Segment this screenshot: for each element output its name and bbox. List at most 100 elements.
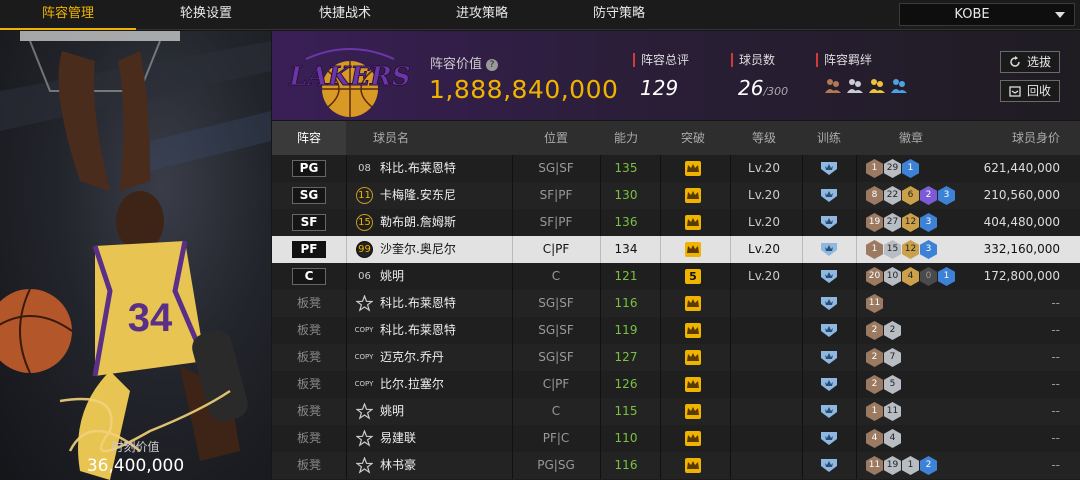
crown-icon[interactable] <box>685 323 701 338</box>
badge-list[interactable]: 22 <box>866 321 901 340</box>
tab-lineup[interactable]: 阵容管理 <box>0 0 136 30</box>
col-position[interactable]: 位置 <box>512 121 600 155</box>
training-icon[interactable] <box>819 323 839 342</box>
column-divider <box>856 263 857 290</box>
user-dropdown[interactable]: KOBE <box>899 3 1075 26</box>
help-icon[interactable]: ? <box>486 59 499 71</box>
col-breakthrough[interactable]: 突破 <box>660 121 726 155</box>
player-name[interactable]: 易建联 <box>380 425 416 452</box>
training-icon[interactable] <box>819 296 839 315</box>
column-divider <box>802 398 803 425</box>
column-divider <box>856 290 857 317</box>
training-icon[interactable] <box>819 161 839 180</box>
col-name[interactable]: 球员名 <box>346 121 436 155</box>
player-name[interactable]: 勒布朗.詹姆斯 <box>380 209 456 236</box>
lineup-slot[interactable]: PG <box>292 160 326 177</box>
table-row[interactable]: C 06 姚明 C 121 5 Lv.20 20 10 4 0 1 172,800,000 <box>272 263 1080 290</box>
lineup-slot[interactable]: C <box>292 268 326 285</box>
table-row[interactable]: 板凳 易建联 PF|C 110 4 4 -- <box>272 425 1080 452</box>
table-row[interactable]: SG 11 卡梅隆.安东尼 SF|PF 130 Lv.20 8 22 6 2 3 210,560,00… <box>272 182 1080 209</box>
player-name[interactable]: 林书豪 <box>380 452 416 479</box>
badge-list[interactable]: 27 <box>866 348 901 367</box>
bench-slot: 板凳 <box>296 431 321 445</box>
badge-icon: 2 <box>884 321 901 340</box>
column-divider <box>802 425 803 452</box>
tab-offense[interactable]: 进攻策略 <box>414 0 550 30</box>
badge-list[interactable]: 1 29 1 <box>866 159 919 178</box>
col-ability[interactable]: 能力 <box>600 121 652 155</box>
crown-icon[interactable] <box>685 296 701 311</box>
player-name[interactable]: 科比.布莱恩特 <box>380 290 456 317</box>
table-row[interactable]: 板凳 COPY 迈克尔.乔丹 SG|SF 127 2 7 -- <box>272 344 1080 371</box>
tab-tactics[interactable]: 快捷战术 <box>276 0 414 30</box>
player-name[interactable]: 姚明 <box>380 398 404 425</box>
jersey-number: 15 <box>356 214 373 231</box>
badge-list[interactable]: 19 27 12 3 <box>866 213 937 232</box>
player-ability: 130 <box>614 188 638 202</box>
crown-icon[interactable] <box>685 404 701 419</box>
badge-list[interactable]: 11 <box>866 294 883 313</box>
table-row[interactable]: 板凳 林书豪 PG|SG 116 11 19 1 2 -- <box>272 452 1080 479</box>
training-icon[interactable] <box>819 269 839 288</box>
badge-list[interactable]: 11 19 1 2 <box>866 456 937 475</box>
training-icon[interactable] <box>819 458 839 477</box>
tab-rotation[interactable]: 轮换设置 <box>136 0 276 30</box>
badge-list[interactable]: 20 10 4 0 1 <box>866 267 955 286</box>
player-name[interactable]: 卡梅隆.安东尼 <box>380 182 456 209</box>
table-row[interactable]: PF 99 沙奎尔.奥尼尔 C|PF 134 Lv.20 1 15 12 3 332,160,000 <box>272 236 1080 263</box>
select-button[interactable]: 选拔 <box>1000 51 1060 73</box>
col-slot[interactable]: 阵容 <box>272 121 346 155</box>
crown-icon[interactable] <box>685 350 701 365</box>
bond-icons[interactable] <box>816 77 908 93</box>
crown-icon[interactable] <box>685 242 701 257</box>
player-name[interactable]: 科比.布莱恩特 <box>380 317 456 344</box>
player-card[interactable]: 34 时刻价值 36,400,000 <box>0 31 271 480</box>
col-badges[interactable]: 徽章 <box>866 121 956 155</box>
player-value: -- <box>1051 377 1060 391</box>
breakthrough-level[interactable]: 5 <box>685 269 701 284</box>
table-row[interactable]: 板凳 科比.布莱恩特 SG|SF 116 11 -- <box>272 290 1080 317</box>
player-name[interactable]: 比尔.拉塞尔 <box>380 371 444 398</box>
badge-list[interactable]: 44 <box>866 429 901 448</box>
crown-icon[interactable] <box>685 458 701 473</box>
lineup-slot[interactable]: SF <box>292 214 326 231</box>
table-row[interactable]: 板凳 COPY 科比.布莱恩特 SG|SF 119 2 2 -- <box>272 317 1080 344</box>
training-icon[interactable] <box>819 431 839 450</box>
training-icon[interactable] <box>819 215 839 234</box>
crown-icon[interactable] <box>685 431 701 446</box>
col-level[interactable]: 等级 <box>730 121 798 155</box>
training-icon[interactable] <box>819 242 839 261</box>
lineup-slot[interactable]: PF <box>292 241 326 258</box>
player-value: 172,800,000 <box>983 269 1060 283</box>
crown-icon[interactable] <box>685 215 701 230</box>
table-row[interactable]: SF 15 勒布朗.詹姆斯 SF|PF 136 Lv.20 19 27 12 3 404,480,0… <box>272 209 1080 236</box>
table-row[interactable]: 板凳 姚明 C 115 1 11 -- <box>272 398 1080 425</box>
badge-list[interactable]: 8 22 6 2 3 <box>866 186 955 205</box>
training-icon[interactable] <box>819 350 839 369</box>
player-name[interactable]: 科比.布莱恩特 <box>380 155 456 182</box>
player-name[interactable]: 姚明 <box>380 263 404 290</box>
badge-list[interactable]: 25 <box>866 375 901 394</box>
player-name[interactable]: 沙奎尔.奥尼尔 <box>380 236 456 263</box>
training-icon[interactable] <box>819 377 839 396</box>
column-divider <box>660 290 661 317</box>
bench-slot: 板凳 <box>296 350 321 364</box>
col-training[interactable]: 训练 <box>802 121 856 155</box>
training-icon[interactable] <box>819 404 839 423</box>
bond-gold-icon <box>869 79 885 93</box>
players-label: 球员数 <box>731 53 788 67</box>
lineup-slot[interactable]: SG <box>292 187 326 204</box>
table-row[interactable]: PG 08 科比.布莱恩特 SG|SF 135 Lv.20 1 29 1 621,440,000 <box>272 155 1080 182</box>
table-row[interactable]: 板凳 COPY 比尔.拉塞尔 C|PF 126 2 5 -- <box>272 371 1080 398</box>
crown-icon[interactable] <box>685 188 701 203</box>
player-value: 332,160,000 <box>983 242 1060 256</box>
badge-list[interactable]: 1 15 12 3 <box>866 240 937 259</box>
crown-icon[interactable] <box>685 161 701 176</box>
crown-icon[interactable] <box>685 377 701 392</box>
recycle-button[interactable]: 回收 <box>1000 80 1060 102</box>
badge-list[interactable]: 1 11 <box>866 402 901 421</box>
col-value[interactable]: 球员身价 <box>972 121 1060 155</box>
tab-defense[interactable]: 防守策略 <box>550 0 688 30</box>
training-icon[interactable] <box>819 188 839 207</box>
player-name[interactable]: 迈克尔.乔丹 <box>380 344 444 371</box>
